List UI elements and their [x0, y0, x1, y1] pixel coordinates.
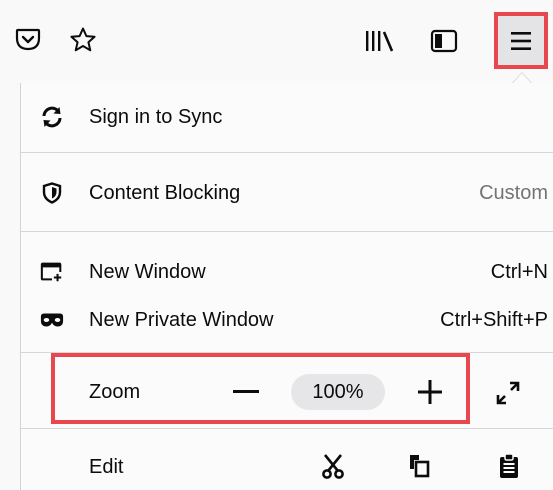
- separator: [21, 231, 553, 232]
- zoom-label: Zoom: [89, 381, 141, 403]
- new-window-label: New Window: [89, 260, 206, 283]
- separator: [21, 152, 553, 153]
- content-blocking-value: Custom: [479, 181, 548, 204]
- sidebar-icon[interactable]: [428, 27, 460, 55]
- fullscreen-icon[interactable]: [491, 377, 525, 409]
- zoom-in-button[interactable]: [413, 376, 447, 408]
- new-window-icon: [40, 260, 64, 284]
- sync-icon: [40, 105, 64, 129]
- edit-label: Edit: [89, 456, 124, 478]
- zoom-value: 100%: [312, 380, 364, 403]
- app-menu-panel: Sign in to Sync Content Blocking Custom …: [20, 83, 553, 490]
- panel-arrow: [512, 72, 532, 83]
- browser-toolbar: [0, 0, 553, 90]
- menu-item-new-private-window[interactable]: New Private Window Ctrl+Shift+P: [21, 298, 553, 342]
- library-icon[interactable]: [364, 27, 396, 55]
- sync-label: Sign in to Sync: [89, 105, 223, 128]
- new-window-shortcut: Ctrl+N: [490, 260, 548, 283]
- new-private-window-label: New Private Window: [89, 308, 274, 331]
- bookmark-star-icon[interactable]: [68, 25, 98, 55]
- separator: [21, 428, 553, 429]
- paste-icon[interactable]: [494, 450, 524, 482]
- copy-icon[interactable]: [404, 450, 434, 482]
- menu-item-new-window[interactable]: New Window Ctrl+N: [21, 250, 553, 294]
- pocket-icon[interactable]: [14, 26, 42, 54]
- new-private-window-shortcut: Ctrl+Shift+P: [440, 308, 548, 331]
- zoom-out-button[interactable]: [229, 378, 263, 406]
- cut-icon[interactable]: [318, 450, 348, 482]
- menu-item-sync[interactable]: Sign in to Sync: [21, 95, 553, 139]
- private-mask-icon: [40, 308, 64, 332]
- zoom-reset-button[interactable]: 100%: [291, 374, 385, 410]
- hamburger-menu-icon[interactable]: [506, 26, 536, 56]
- menu-item-content-blocking[interactable]: Content Blocking Custom: [21, 171, 553, 215]
- shield-icon: [40, 181, 64, 205]
- content-blocking-label: Content Blocking: [89, 181, 241, 204]
